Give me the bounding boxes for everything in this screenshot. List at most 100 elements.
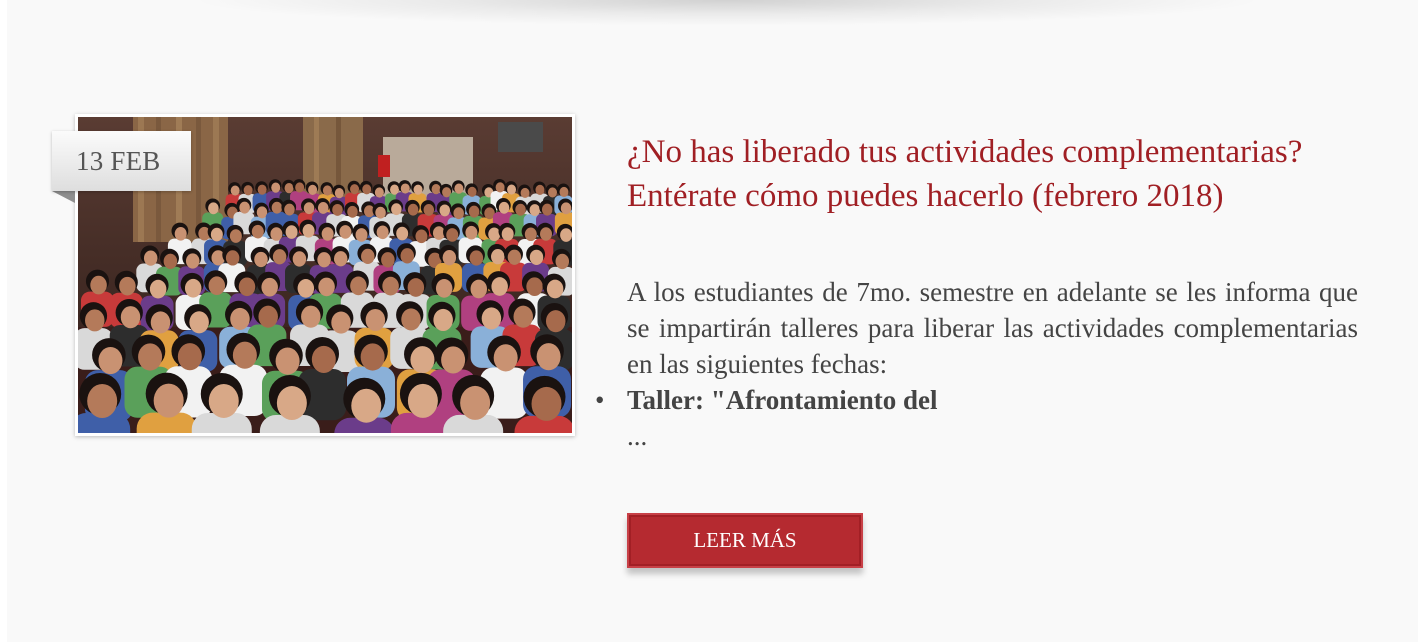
crowd-person-face [460,385,491,420]
crowd-person-face [350,184,360,195]
crowd-person-face [208,202,219,215]
crowd-person-face [331,311,351,334]
crowd-person-face [254,251,268,268]
excerpt-list: • Taller: "Afrontamiento del [595,382,1358,418]
crowd-person-face [400,248,415,264]
crowd-person-face [374,187,384,198]
crowd-person-face [360,343,385,371]
crowd-person-face [119,276,136,296]
crowd-person-face [311,345,336,374]
crowd-person-face [481,307,502,330]
crowd-person-face [535,184,545,195]
crowd-person-face [498,201,510,214]
crowd-person-face [454,183,464,194]
crowd-person-face [230,185,240,196]
crowd-person-face [208,383,239,418]
crowd-person-face [470,279,488,299]
crowd-person-face [413,184,423,195]
crowd-person-face [210,227,223,242]
crowd-person-face [276,386,307,421]
crowd-person-face [560,228,572,242]
crowd-person-face [381,252,395,268]
crowd-person-face [270,227,283,241]
crowd-person-face [546,279,564,299]
crowd-person-face [143,250,158,266]
crowd-person-face [285,225,298,239]
crowd-person-face [396,226,409,241]
crowd-person-face [321,227,334,241]
crowd-person-face [258,305,278,328]
crowd-person-face [351,388,382,423]
crowd-person-face [230,307,250,331]
crowd-person-face [239,201,250,214]
crowd-person-face [333,251,348,267]
crowd-person-face [350,276,367,296]
crowd-person-face [446,228,459,242]
crowd-person-face [189,311,209,334]
date-badge: 13 FEB [52,131,191,191]
crowd-person-face [465,225,478,240]
crowd-person-face [469,250,484,266]
crowd-person-face [90,275,107,295]
crowd-person-face [431,184,441,195]
crowd-person-face [347,205,358,218]
crowd-person-face [410,346,435,374]
crowd-person-face [275,347,300,375]
crowd-person-face [507,249,522,265]
crowd-person-face [491,277,508,296]
crowd-person-face [317,201,329,214]
crowd-person-face [560,202,572,215]
crowd-person-face [184,278,202,298]
crowd-person-face [491,249,505,265]
crowd-person-face [272,249,287,265]
crowd-person-face [163,253,178,269]
crowd-person-face [257,184,267,195]
crowd-person-face [435,279,453,298]
crowd-person-face [545,310,566,333]
crowd-person-face [524,227,537,242]
crowd-person-face [520,187,530,199]
crowd-person-face [208,276,226,296]
crowd-person-face [284,203,295,216]
read-more-button[interactable]: LEER MÁS [627,513,863,568]
post-title[interactable]: ¿No has liberado tus actividades complem… [627,130,1367,218]
crowd-person-face [87,384,118,419]
crowd-person-face [361,248,375,265]
crowd-person-face [541,203,553,216]
excerpt-paragraph: A los estudiantes de 7mo. semestre en ad… [627,277,1358,379]
crowd-person-face [453,207,464,220]
crowd-person-face [493,344,518,372]
crowd-person-face [271,201,283,214]
crowd-person-face [488,227,501,242]
crowd-person-face [433,308,453,332]
list-item-text: Taller: "Afrontamiento del [627,385,938,415]
crowd-person-face [303,202,315,215]
crowd-person-face [271,182,281,193]
crowd-person-face [391,203,402,216]
crowd-person-face [339,225,352,239]
news-section: 13 FEB ¿No has liberado tus actividades … [7,0,1418,642]
crowd-person-face [529,204,541,217]
crowd-person-face [365,308,386,332]
crowd-person-face [301,305,321,328]
crowd-person-face [98,346,123,375]
crowd-person-face [232,341,257,369]
crowd-person-face [415,229,428,244]
bullet-icon: • [595,385,605,415]
crowd-person-face [284,183,294,194]
post-excerpt: A los estudiantes de 7mo. semestre en ad… [595,274,1358,454]
crowd-person-face [355,228,368,242]
crowd-person-face [407,203,419,216]
crowd-person-face [150,311,171,334]
crowd-person-face [442,250,457,266]
crowd-person-face [540,227,553,241]
crowd-person-face [439,204,451,217]
crowd-person-face [507,184,517,195]
crowd-person-face [318,277,335,297]
crowd-person-face [526,277,543,297]
crowd-person-face [308,184,318,195]
crowd-person-face [229,229,242,243]
crowd-person-face [515,203,526,216]
crowd-person-face [261,277,278,297]
crowd-person-face [529,249,544,265]
